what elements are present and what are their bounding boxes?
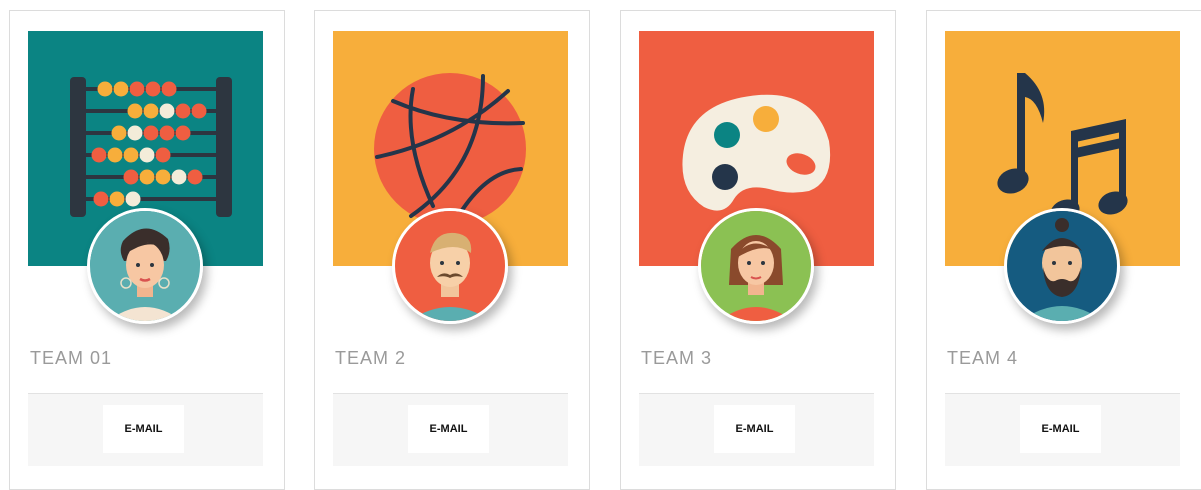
woman-avatar-icon: [90, 211, 200, 321]
woman-avatar-icon: [701, 211, 811, 321]
team-card-4: TEAM 4 E-MAIL: [926, 10, 1201, 490]
card-footer: E-MAIL: [333, 393, 568, 466]
team-name: TEAM 4: [947, 348, 1019, 368]
team-avatar: [1004, 208, 1120, 324]
team-card-3: TEAM 3 E-MAIL: [620, 10, 896, 490]
team-card-1: TEAM 01 E-MAIL: [9, 10, 285, 490]
team-name: TEAM 01: [30, 348, 113, 368]
email-button[interactable]: E-MAIL: [714, 405, 795, 453]
team-name: TEAM 2: [335, 348, 407, 368]
team-avatar: [87, 208, 203, 324]
bearded-man-avatar-icon: [1007, 211, 1117, 321]
man-avatar-icon: [395, 211, 505, 321]
team-avatar: [698, 208, 814, 324]
email-button[interactable]: E-MAIL: [408, 405, 489, 453]
email-button[interactable]: E-MAIL: [103, 405, 184, 453]
team-avatar: [392, 208, 508, 324]
team-name: TEAM 3: [641, 348, 713, 368]
card-footer: E-MAIL: [639, 393, 874, 466]
card-footer: E-MAIL: [28, 393, 263, 466]
card-footer: E-MAIL: [945, 393, 1180, 466]
email-button[interactable]: E-MAIL: [1020, 405, 1101, 453]
team-card-2: TEAM 2 E-MAIL: [314, 10, 590, 490]
